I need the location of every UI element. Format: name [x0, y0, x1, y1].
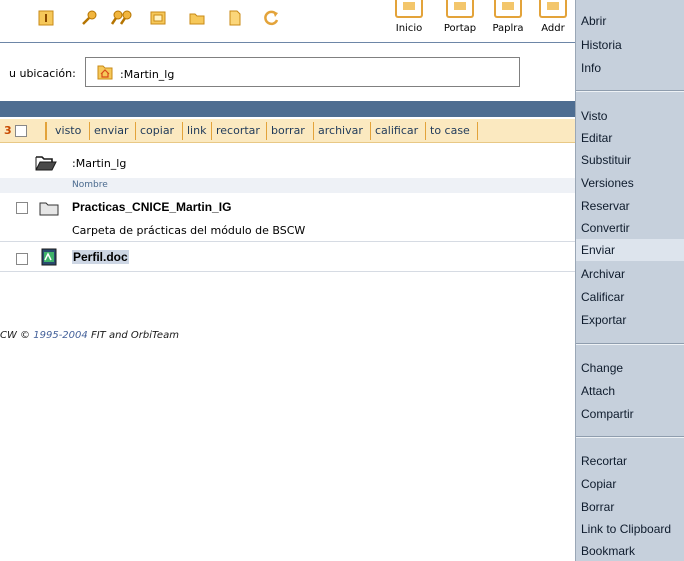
list-item: Practicas_CNICE_Martin_IG Carpeta de prá… [0, 196, 575, 242]
menu-item-change[interactable]: Change [576, 357, 684, 379]
inicio-button[interactable]: Inicio [387, 0, 431, 40]
menu-separator [576, 343, 684, 345]
addr-button[interactable]: Addr [531, 0, 575, 40]
menu-item-calificar[interactable]: Calificar [576, 286, 684, 308]
menu-item-info[interactable]: Info [576, 57, 684, 79]
trash-icon [494, 0, 522, 18]
menu-item-substituir[interactable]: Substituir [576, 149, 684, 171]
addr-label: Addr [541, 23, 565, 34]
action-separator [370, 122, 371, 140]
action-recortar[interactable]: recortar [213, 122, 263, 140]
item-checkbox[interactable] [16, 202, 28, 214]
menu-item-exportar[interactable]: Exportar [576, 309, 684, 331]
word-document-icon[interactable] [39, 248, 59, 266]
footer-years: 1995-2004 [33, 330, 88, 341]
location-field[interactable]: :Martin_lg [85, 57, 520, 87]
paplra-label: Paplra [492, 23, 524, 34]
location-value: :Martin_lg [120, 68, 175, 81]
selection-marker: 3 [4, 124, 12, 137]
item-name[interactable]: Practicas_CNICE_Martin_IG [72, 200, 231, 214]
folder-icon[interactable] [188, 9, 206, 27]
action-enviar[interactable]: enviar [91, 122, 132, 140]
action-calificar[interactable]: calificar [372, 122, 421, 140]
select-all-checkbox[interactable] [15, 125, 27, 137]
menu-item-reservar[interactable]: Reservar [576, 195, 684, 217]
action-separator [266, 122, 267, 140]
list-item: Perfil.doc [0, 246, 575, 272]
action-link[interactable]: link [184, 122, 209, 140]
toolbar-divider [0, 42, 575, 43]
toolbar: Inicio Portap Paplra Addr [0, 0, 575, 42]
menu-item-attach[interactable]: Attach [576, 380, 684, 402]
current-folder-row: :Martin_lg [0, 150, 575, 178]
folder-icon[interactable] [39, 199, 59, 217]
menu-item-compartir[interactable]: Compartir [576, 403, 684, 425]
footer-prefix: CW © [0, 330, 31, 341]
action-separator [425, 122, 426, 140]
menu-item-copiar[interactable]: Copiar [576, 473, 684, 495]
location-label: u ubicación: [9, 67, 76, 80]
window-icon[interactable] [149, 9, 167, 27]
inicio-label: Inicio [395, 23, 423, 34]
address-book-icon [539, 0, 567, 18]
menu-item-archivar[interactable]: Archivar [576, 263, 684, 285]
action-bar-divider [45, 122, 47, 140]
item-name[interactable]: Perfil.doc [72, 250, 129, 264]
action-separator [211, 122, 212, 140]
paplra-button[interactable]: Paplra [486, 0, 530, 40]
briefcase-icon [446, 0, 474, 18]
menu-separator [576, 90, 684, 92]
item-description: Carpeta de prácticas del módulo de BSCW [72, 224, 306, 237]
action-to-case[interactable]: to case [427, 122, 473, 140]
menu-item-versiones[interactable]: Versiones [576, 172, 684, 194]
menu-item-visto[interactable]: Visto [576, 105, 684, 127]
column-nombre[interactable]: Nombre [72, 180, 108, 190]
menu-item-editar[interactable]: Editar [576, 127, 684, 149]
open-folder-icon[interactable] [35, 154, 57, 172]
menu-item-bookmark[interactable]: Bookmark [576, 540, 684, 561]
action-separator [313, 122, 314, 140]
refresh-icon[interactable] [262, 9, 280, 27]
portap-label: Portap [443, 23, 477, 34]
action-bar: 3 visto enviar copiar link recortar borr… [0, 119, 575, 143]
menu-separator [576, 436, 684, 438]
footer-copyright: CW © 1995-2004 FIT and OrbiTeam [0, 330, 179, 341]
home-folder-icon[interactable] [96, 63, 114, 81]
action-separator [89, 122, 90, 140]
menu-item-enviar[interactable]: Enviar [576, 239, 684, 261]
home-icon [395, 0, 423, 18]
action-visto[interactable]: visto [52, 122, 84, 140]
menu-item-link-to-clipboard[interactable]: Link to Clipboard [576, 518, 684, 540]
column-header: Nombre [0, 178, 575, 193]
footer-owner[interactable]: FIT and OrbiTeam [91, 330, 179, 341]
context-menu: Abrir Historia Info Visto Editar Substit… [575, 0, 684, 561]
keys-icon[interactable] [110, 9, 134, 27]
item-checkbox[interactable] [16, 253, 28, 265]
action-separator [135, 122, 136, 140]
action-archivar[interactable]: archivar [315, 122, 366, 140]
action-borrar[interactable]: borrar [268, 122, 308, 140]
action-copiar[interactable]: copiar [137, 122, 177, 140]
add-icon[interactable] [37, 9, 55, 27]
menu-item-borrar[interactable]: Borrar [576, 496, 684, 518]
menu-item-abrir[interactable]: Abrir [576, 10, 684, 32]
action-separator [477, 122, 478, 140]
key-icon[interactable] [80, 9, 98, 27]
menu-item-recortar[interactable]: Recortar [576, 450, 684, 472]
current-folder-name[interactable]: :Martin_lg [72, 157, 126, 170]
document-icon[interactable] [226, 9, 244, 27]
portap-button[interactable]: Portap [438, 0, 482, 40]
menu-item-convertir[interactable]: Convertir [576, 217, 684, 239]
folder-header-bar [0, 101, 575, 117]
menu-item-historia[interactable]: Historia [576, 34, 684, 56]
action-separator [182, 122, 183, 140]
